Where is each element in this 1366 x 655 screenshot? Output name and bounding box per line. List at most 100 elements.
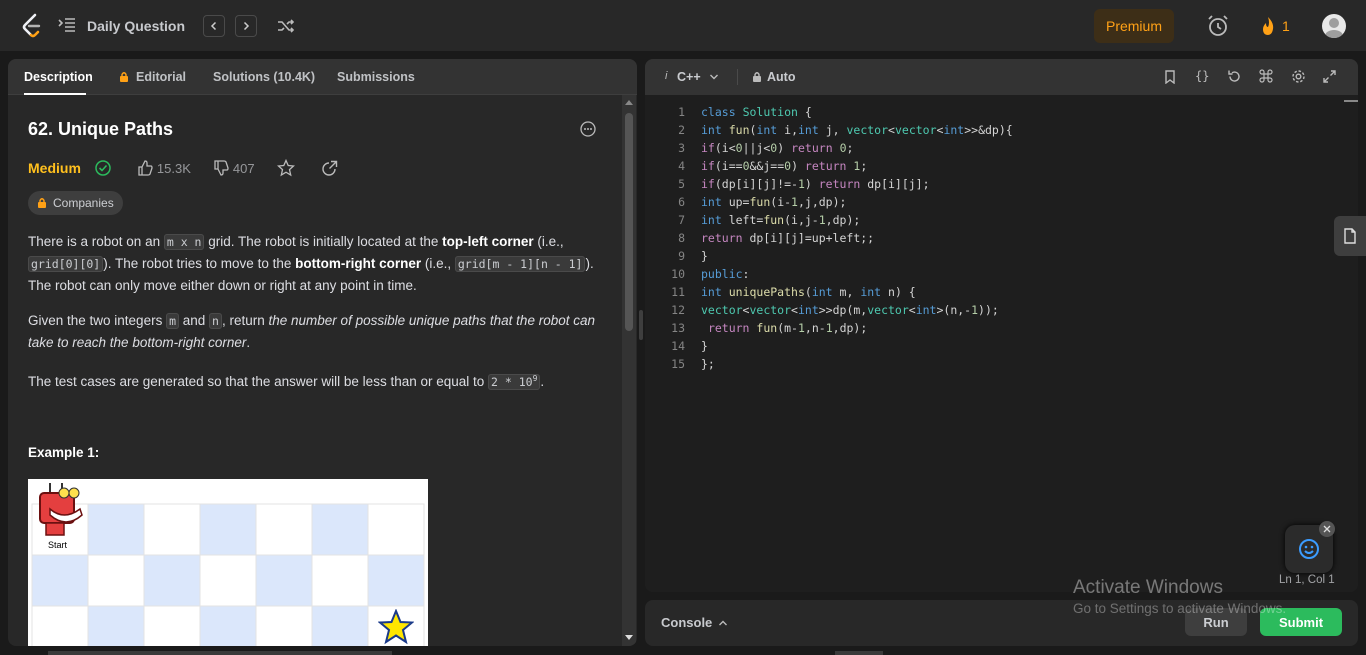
text: , return bbox=[221, 313, 269, 328]
alarm-clock-icon[interactable] bbox=[1206, 14, 1230, 38]
code-line[interactable]: } bbox=[701, 249, 708, 263]
problem-meta: Medium 15.3K 407 bbox=[28, 158, 364, 178]
feedback-close-button[interactable] bbox=[1319, 521, 1335, 537]
user-avatar-icon bbox=[1325, 18, 1343, 38]
description-scrollbar[interactable] bbox=[622, 95, 636, 646]
panel-resize-handle[interactable] bbox=[639, 310, 643, 340]
scrollbar-thumb[interactable] bbox=[625, 113, 633, 331]
code-line[interactable]: int fun(int i,int j, vector<vector<int>>… bbox=[701, 123, 1013, 137]
grid-cell bbox=[255, 503, 313, 556]
grid-cell bbox=[311, 554, 369, 607]
tab-description[interactable]: Description bbox=[24, 70, 93, 84]
bold-text: bottom-right corner bbox=[295, 256, 422, 271]
shuffle-icon[interactable] bbox=[277, 17, 295, 35]
format-code-icon[interactable]: {} bbox=[1195, 69, 1209, 83]
companies-tag[interactable]: Companies bbox=[28, 191, 123, 215]
lock-icon bbox=[753, 72, 761, 82]
fire-streak-icon[interactable] bbox=[1260, 16, 1276, 36]
grid-cell bbox=[199, 503, 257, 556]
code-line[interactable]: if(i<0||j<0) return 0; bbox=[701, 141, 853, 155]
fullscreen-icon[interactable] bbox=[1323, 70, 1336, 83]
code-line[interactable]: public: bbox=[701, 267, 749, 281]
command-icon[interactable] bbox=[1259, 69, 1273, 83]
document-icon bbox=[1344, 228, 1356, 244]
leetcode-logo-icon[interactable] bbox=[20, 13, 44, 39]
text: . bbox=[246, 335, 251, 350]
reset-icon[interactable] bbox=[1227, 69, 1242, 84]
bookmark-icon[interactable] bbox=[1164, 70, 1176, 84]
language-select[interactable]: C++ bbox=[677, 70, 719, 84]
activate-windows-subtitle: Go to Settings to activate Windows. bbox=[1073, 601, 1287, 616]
code-editor-panel: i C++ Auto {} 1 class Solution {2 int fun(… bbox=[645, 59, 1358, 592]
tab-editorial[interactable]: Editorial bbox=[136, 70, 186, 84]
inline-code: m bbox=[166, 313, 180, 329]
text: grid. The robot is initially located at … bbox=[204, 234, 443, 249]
code-line[interactable]: if(i==0&&j==0) return 1; bbox=[701, 159, 867, 173]
line-number: 12 bbox=[671, 303, 685, 317]
more-options-icon[interactable] bbox=[580, 121, 596, 137]
text: . bbox=[540, 373, 545, 389]
line-number: 14 bbox=[671, 339, 685, 353]
dislike-button[interactable]: 407 bbox=[213, 160, 255, 176]
code-line[interactable]: vector<vector<int>>dp(m,vector<int>(n,-1… bbox=[701, 303, 999, 317]
avatar[interactable] bbox=[1322, 14, 1346, 38]
line-number: 4 bbox=[678, 159, 685, 173]
grid-cell bbox=[367, 554, 425, 607]
problem-list-icon[interactable] bbox=[58, 17, 76, 33]
grid-cell bbox=[255, 605, 313, 646]
horizontal-scrollbar-2[interactable] bbox=[835, 651, 883, 655]
streak-count[interactable]: 1 bbox=[1282, 18, 1290, 34]
settings-gear-icon[interactable] bbox=[1291, 69, 1306, 84]
lock-icon bbox=[120, 72, 128, 82]
grid-cell bbox=[143, 503, 201, 556]
tab-submissions[interactable]: Submissions bbox=[337, 70, 415, 84]
code-line[interactable]: } bbox=[701, 339, 708, 353]
example-grid-image: Start bbox=[28, 479, 428, 646]
line-number: 11 bbox=[671, 285, 685, 299]
chevron-down-icon bbox=[709, 74, 718, 80]
scroll-down-icon[interactable] bbox=[625, 635, 633, 641]
inline-code: grid[m - 1][n - 1] bbox=[454, 256, 586, 272]
text: (i.e., bbox=[533, 234, 564, 249]
robot-icon bbox=[39, 483, 83, 536]
line-number: 7 bbox=[678, 213, 685, 227]
code-editor[interactable]: 1 class Solution {2 int fun(int i,int j, v… bbox=[645, 95, 1358, 592]
share-button[interactable] bbox=[321, 160, 342, 177]
horizontal-scrollbar[interactable] bbox=[48, 651, 392, 655]
code-line[interactable]: int up=fun(i-1,j,dp); bbox=[701, 195, 846, 209]
like-button[interactable]: 15.3K bbox=[137, 160, 191, 176]
next-question-button[interactable] bbox=[235, 15, 257, 37]
premium-button[interactable]: Premium bbox=[1094, 9, 1174, 43]
auto-mode-toggle[interactable]: Auto bbox=[752, 70, 795, 84]
problem-title[interactable]: 62. Unique Paths bbox=[28, 119, 173, 140]
likes-count: 15.3K bbox=[156, 160, 191, 176]
text: There is a robot on an bbox=[28, 234, 164, 249]
grid-cell bbox=[87, 605, 145, 646]
grid-cell bbox=[311, 503, 369, 556]
inline-code: grid[0][0] bbox=[28, 256, 104, 272]
code-line[interactable]: int uniquePaths(int m, int n) { bbox=[701, 285, 916, 299]
example-heading: Example 1: bbox=[28, 445, 100, 460]
code-line[interactable]: }; bbox=[701, 357, 715, 371]
scroll-up-icon[interactable] bbox=[625, 99, 633, 105]
grid-cell bbox=[143, 605, 201, 646]
line-number: 8 bbox=[678, 231, 685, 245]
code-line[interactable]: return fun(m-1,n-1,dp); bbox=[701, 321, 867, 335]
console-toggle[interactable]: Console bbox=[661, 615, 728, 630]
line-number: 9 bbox=[678, 249, 685, 263]
code-line[interactable]: return dp[i][j]=up+left;; bbox=[701, 231, 874, 245]
line-number: 10 bbox=[671, 267, 685, 281]
grid-cell bbox=[199, 554, 257, 607]
notes-side-tab[interactable] bbox=[1334, 216, 1366, 256]
inline-code: 2 * 109 bbox=[488, 373, 541, 390]
prev-question-button[interactable] bbox=[203, 15, 225, 37]
favorite-button[interactable] bbox=[276, 159, 299, 177]
code-line[interactable]: int left=fun(i,j-1,dp); bbox=[701, 213, 860, 227]
code-line[interactable]: class Solution { bbox=[701, 105, 812, 119]
chevron-left-icon bbox=[210, 21, 217, 31]
daily-question-title[interactable]: Daily Question bbox=[87, 18, 185, 34]
star-goal-icon bbox=[378, 609, 414, 645]
tab-solutions[interactable]: Solutions (10.4K) bbox=[213, 70, 315, 84]
console-label: Console bbox=[661, 615, 713, 630]
code-line[interactable]: if(dp[i][j]!=-1) return dp[i][j]; bbox=[701, 177, 930, 191]
